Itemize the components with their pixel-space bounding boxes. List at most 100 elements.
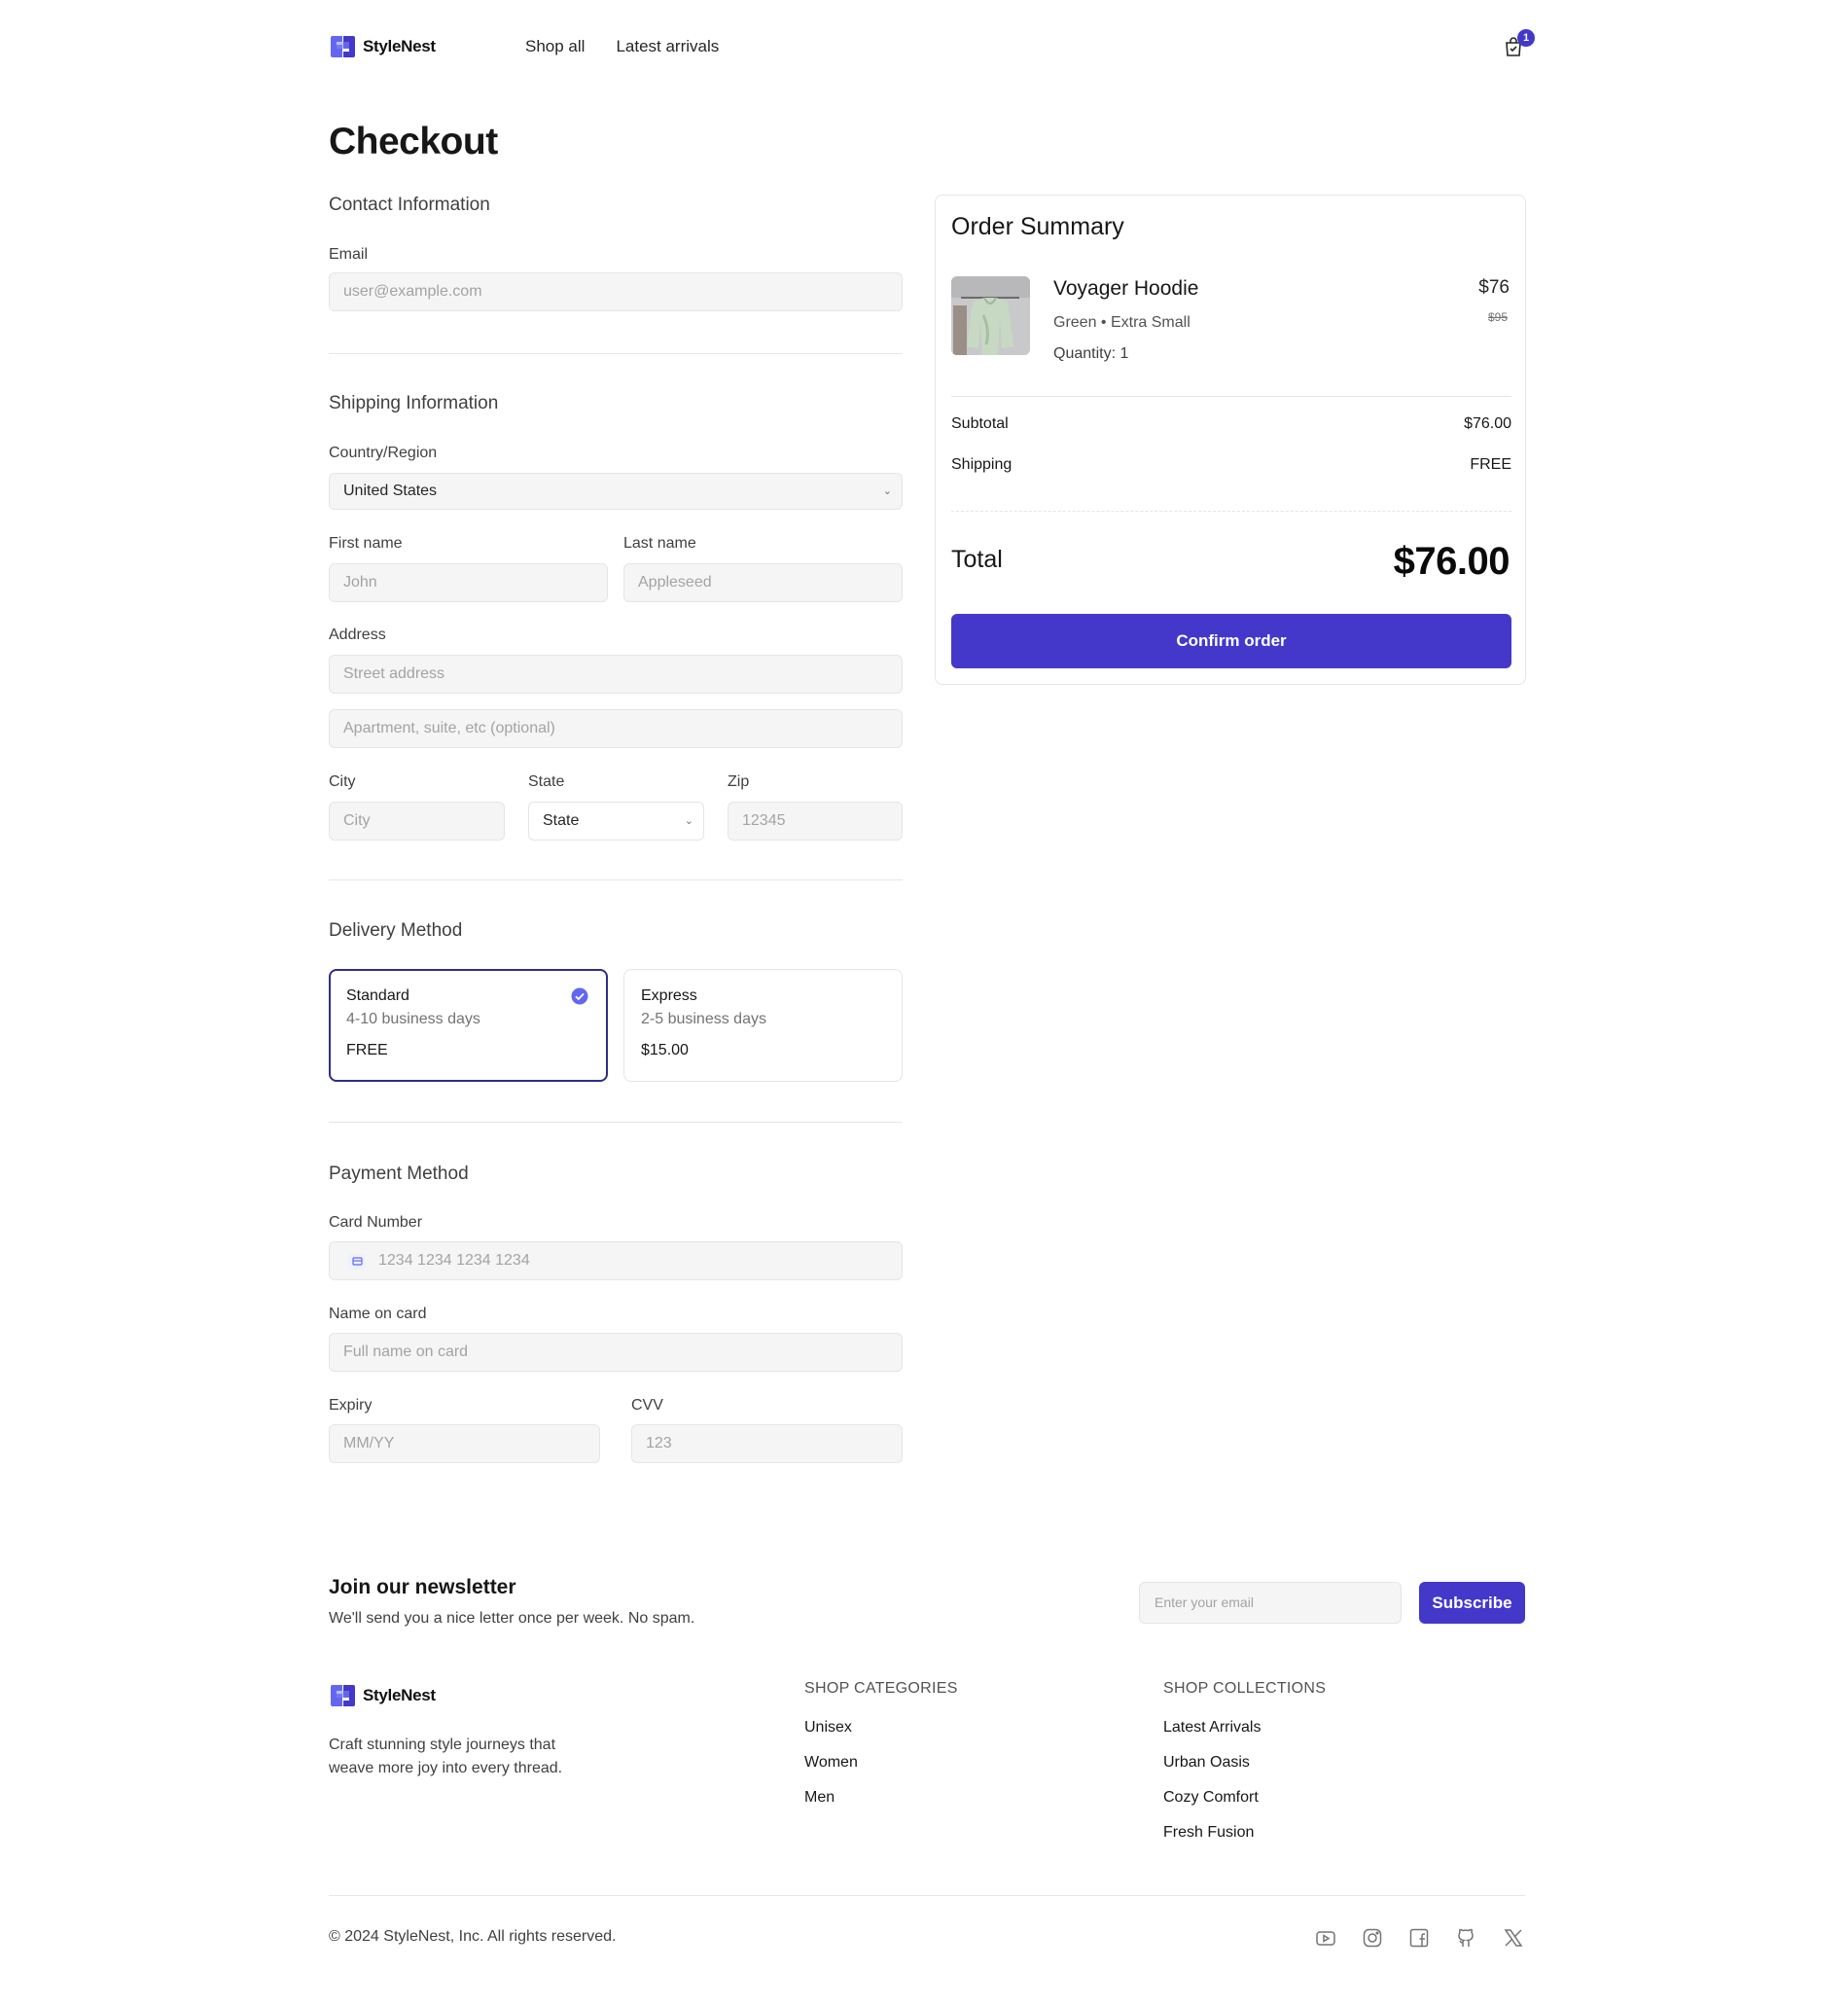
github-icon[interactable]: [1455, 1927, 1476, 1949]
cvv-label: CVV: [631, 1397, 663, 1414]
name-on-card-label: Name on card: [329, 1306, 427, 1322]
email-label: Email: [329, 246, 369, 263]
credit-card-icon: [348, 1254, 366, 1270]
instagram-icon[interactable]: [1362, 1927, 1383, 1949]
product-name: Voyager Hoodie: [1053, 277, 1199, 300]
country-select-value: United States: [343, 483, 438, 499]
order-summary-title: Order Summary: [951, 213, 1124, 240]
apartment-field[interactable]: Apartment, suite, etc (optional): [329, 709, 903, 748]
copyright: © 2024 StyleNest, Inc. All rights reserv…: [329, 1928, 617, 1945]
main-nav: Shop all Latest arrivals: [525, 37, 719, 56]
subtotal-label: Subtotal: [951, 415, 1009, 432]
chevron-down-icon: ⌄: [684, 815, 693, 827]
delivery-option-days: 2-5 business days: [641, 1011, 766, 1027]
card-number-label: Card Number: [329, 1214, 423, 1231]
logo-icon: [331, 1685, 355, 1706]
check-circle-icon: [571, 987, 588, 1005]
email-field[interactable]: user@example.com: [329, 272, 903, 311]
card-number-field[interactable]: 1234 1234 1234 1234: [329, 1241, 903, 1280]
delivery-option-express[interactable]: Express 2-5 business days $15.00: [623, 969, 903, 1082]
youtube-icon[interactable]: [1315, 1927, 1336, 1949]
footer-link-men[interactable]: Men: [804, 1789, 835, 1807]
site-header: StyleNest Shop all Latest arrivals 1: [329, 29, 1535, 68]
subscribe-button[interactable]: Subscribe: [1419, 1582, 1525, 1624]
shop-categories-title: SHOP CATEGORIES: [804, 1680, 958, 1697]
city-label: City: [329, 773, 356, 790]
summary-divider: [951, 511, 1511, 512]
delivery-option-price: $15.00: [641, 1042, 689, 1058]
footer-link-unisex[interactable]: Unisex: [804, 1719, 852, 1737]
first-name-field[interactable]: John: [329, 563, 608, 602]
shipping-label: Shipping: [951, 456, 1013, 473]
confirm-order-button[interactable]: Confirm order: [951, 614, 1511, 668]
city-field[interactable]: City: [329, 802, 505, 841]
footer-logo[interactable]: StyleNest: [329, 1684, 436, 1707]
nav-link-shop-all[interactable]: Shop all: [525, 37, 585, 56]
state-select-value: State: [543, 812, 580, 829]
name-on-card-field[interactable]: Full name on card: [329, 1333, 903, 1372]
subtotal-value: $76.00: [1464, 415, 1511, 432]
order-summary: Order Summary Voyager Hoodie Green • Ext…: [935, 195, 1526, 685]
brand-logo[interactable]: StyleNest: [329, 35, 436, 58]
footer-link-fresh-fusion[interactable]: Fresh Fusion: [1163, 1824, 1254, 1842]
cvv-field[interactable]: 123: [631, 1424, 903, 1463]
contact-section-title: Contact Information: [329, 195, 490, 215]
first-name-label: First name: [329, 535, 403, 552]
delivery-option-price: FREE: [346, 1042, 388, 1058]
x-icon[interactable]: [1503, 1927, 1524, 1949]
delivery-option-standard[interactable]: Standard 4-10 business days FREE: [329, 969, 608, 1082]
cart-button[interactable]: 1: [1502, 29, 1535, 58]
country-select[interactable]: United States ⌄: [329, 473, 903, 510]
product-compare-price: $95: [1487, 310, 1508, 324]
state-label: State: [528, 773, 565, 790]
newsletter-title: Join our newsletter: [329, 1576, 516, 1598]
expiry-label: Expiry: [329, 1397, 373, 1414]
cart-count-badge: 1: [1517, 29, 1535, 47]
shipping-row: Shipping FREE: [951, 456, 1511, 474]
expiry-field[interactable]: MM/YY: [329, 1424, 600, 1463]
subtotal-row: Subtotal $76.00: [951, 415, 1511, 433]
hoodie-image: [951, 276, 1030, 355]
delivery-option-days: 4-10 business days: [346, 1011, 480, 1027]
zip-field[interactable]: 12345: [728, 802, 903, 841]
chevron-down-icon: ⌄: [882, 485, 892, 497]
nav-link-latest-arrivals[interactable]: Latest arrivals: [616, 37, 719, 56]
footer-divider: [329, 1895, 1525, 1896]
address-label: Address: [329, 627, 386, 643]
summary-divider: [951, 396, 1511, 397]
state-select[interactable]: State ⌄: [528, 802, 704, 841]
footer-link-women[interactable]: Women: [804, 1754, 858, 1772]
shop-collections-title: SHOP COLLECTIONS: [1163, 1680, 1327, 1697]
payment-section-title: Payment Method: [329, 1164, 469, 1184]
section-divider: [329, 1122, 903, 1123]
product-price: $76: [1478, 277, 1510, 298]
brand-name: StyleNest: [363, 37, 436, 55]
product-quantity: Quantity: 1: [1053, 345, 1129, 362]
section-divider: [329, 353, 903, 354]
country-label: Country/Region: [329, 445, 438, 461]
page-title: Checkout: [329, 121, 498, 162]
newsletter-subtitle: We'll send you a nice letter once per we…: [329, 1610, 695, 1627]
newsletter-email-field[interactable]: Enter your email: [1139, 1582, 1402, 1624]
total-label: Total: [951, 546, 1003, 573]
footer-tagline: Craft stunning style journeys that weave…: [329, 1737, 563, 1776]
section-divider: [329, 879, 903, 880]
delivery-option-name: Standard: [346, 987, 409, 1004]
shipping-value: FREE: [1470, 456, 1511, 473]
product-thumbnail: [951, 276, 1030, 355]
shipping-section-title: Shipping Information: [329, 393, 499, 413]
footer-brand-name: StyleNest: [363, 1686, 436, 1704]
delivery-section-title: Delivery Method: [329, 920, 463, 941]
logo-icon: [331, 36, 355, 57]
zip-label: Zip: [728, 773, 750, 790]
facebook-icon[interactable]: [1408, 1927, 1430, 1949]
footer-link-cozy-comfort[interactable]: Cozy Comfort: [1163, 1789, 1259, 1807]
last-name-field[interactable]: Appleseed: [623, 563, 903, 602]
delivery-option-name: Express: [641, 987, 697, 1004]
product-variant: Green • Extra Small: [1053, 314, 1191, 331]
street-address-field[interactable]: Street address: [329, 655, 903, 694]
footer-link-latest-arrivals[interactable]: Latest Arrivals: [1163, 1719, 1261, 1737]
footer-link-urban-oasis[interactable]: Urban Oasis: [1163, 1754, 1250, 1772]
last-name-label: Last name: [623, 535, 696, 552]
total-value: $76.00: [1393, 540, 1510, 583]
